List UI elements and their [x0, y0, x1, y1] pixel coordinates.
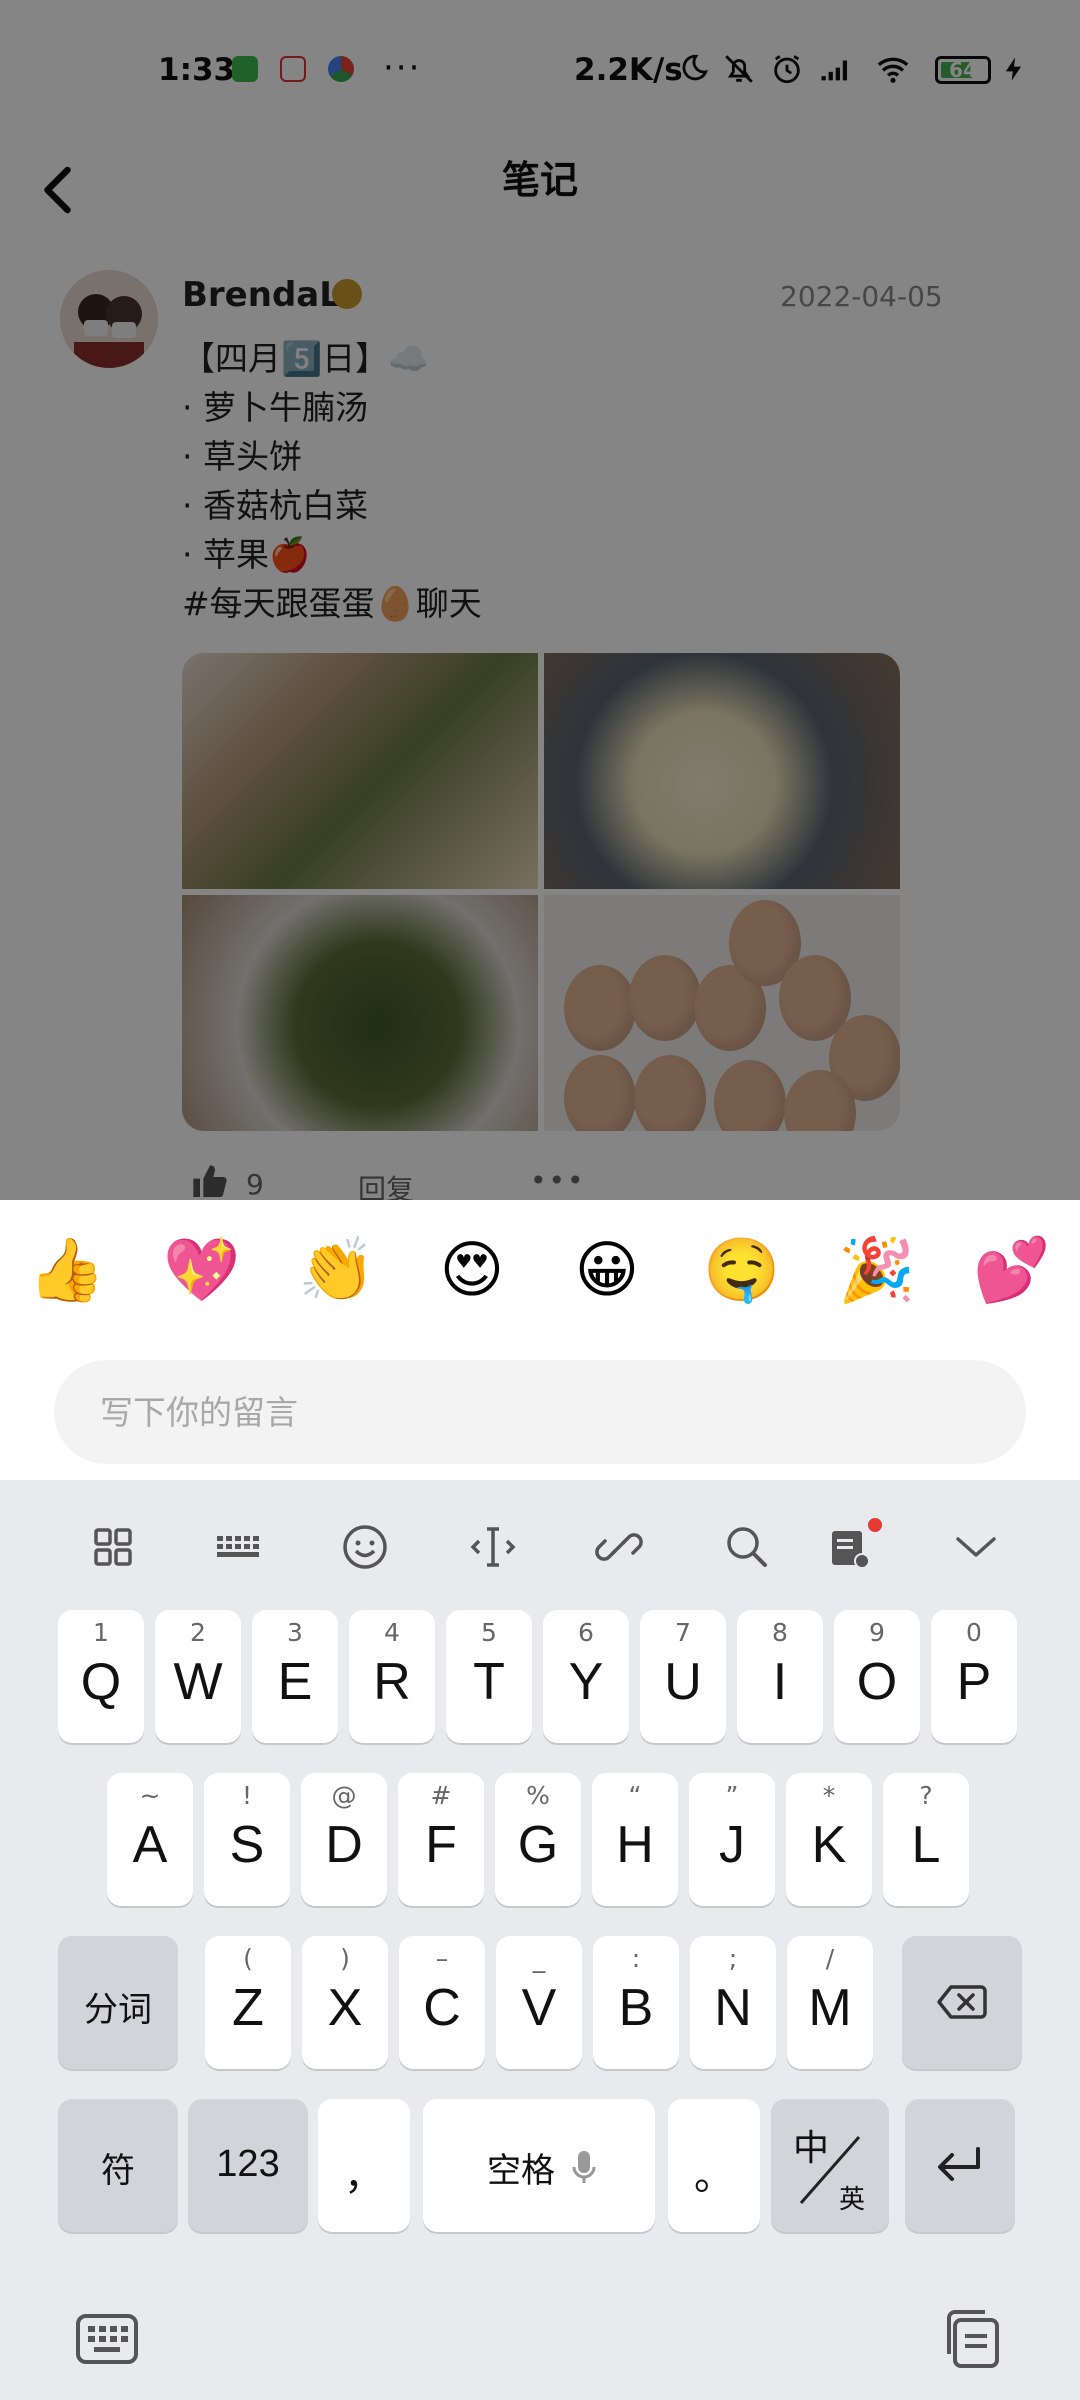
photo-grid: [182, 653, 900, 1131]
key-b[interactable]: :B: [593, 1936, 679, 2069]
enter-key[interactable]: [905, 2099, 1015, 2232]
emoji-two-hearts[interactable]: 💕: [972, 1230, 1052, 1310]
key-l[interactable]: ? L: [883, 1773, 969, 1906]
post-line: · 香菇杭白菜: [182, 486, 368, 525]
like-count: 9: [246, 1168, 264, 1200]
emoji-sparkling-heart[interactable]: 💖: [162, 1230, 242, 1310]
avatar[interactable]: [60, 270, 158, 368]
more-notifications-icon: ···: [383, 48, 422, 88]
numbers-key[interactable]: 123: [188, 2099, 308, 2232]
key-e[interactable]: 3E: [252, 1610, 338, 1743]
battery-icon: 64: [935, 56, 991, 84]
comma-key[interactable]: ，: [318, 2099, 410, 2232]
key-p[interactable]: 0P: [931, 1610, 1017, 1743]
key-m[interactable]: / M: [787, 1936, 873, 2069]
post-line: · 萝卜牛腩汤: [182, 388, 368, 427]
moon-icon: [682, 54, 709, 81]
charging-icon: [1005, 57, 1021, 81]
key-v[interactable]: _ V: [496, 1936, 582, 2069]
post-line: · 草头饼: [182, 437, 302, 476]
emoji-drooling[interactable]: 🤤: [702, 1230, 782, 1310]
photo-eggs[interactable]: [544, 895, 900, 1131]
key-o[interactable]: 9O: [834, 1610, 920, 1743]
emoji-party-popper[interactable]: 🎉: [837, 1230, 917, 1310]
recipe-app-icon: [280, 56, 306, 82]
note-icon[interactable]: [822, 1517, 882, 1577]
network-speed: 2.2K/s: [574, 52, 683, 88]
photo-radish-soup[interactable]: [544, 653, 900, 889]
reply-button[interactable]: 回复: [358, 1168, 414, 1200]
search-icon[interactable]: [717, 1517, 777, 1577]
key-i[interactable]: 8I: [737, 1610, 823, 1743]
key-r[interactable]: 4R: [349, 1610, 435, 1743]
key-n[interactable]: ; N: [690, 1936, 776, 2069]
browser-app-icon: [328, 56, 354, 82]
comment-sheet: 👍 💖 👏 😍 😀 🤤 🎉 💕: [0, 1200, 1080, 1480]
status-bar: 1:33 ··· 2.2K/s 64: [0, 0, 1080, 140]
collapse-icon[interactable]: [946, 1517, 1006, 1577]
status-time: 1:33: [158, 52, 236, 88]
microphone-icon: [572, 2151, 596, 2183]
grid-icon[interactable]: [83, 1517, 143, 1577]
more-options-icon[interactable]: •••: [530, 1164, 586, 1197]
key-a[interactable]: ~ A: [107, 1773, 193, 1906]
segment-key[interactable]: 分词: [58, 1936, 178, 2069]
wechat-app-icon: [232, 56, 258, 82]
period-key[interactable]: 。: [668, 2099, 760, 2232]
key-u[interactable]: 7U: [640, 1610, 726, 1743]
enter-icon: [938, 2147, 980, 2181]
space-key[interactable]: 空格: [423, 2099, 655, 2232]
post-line: · 苹果🍎: [182, 535, 311, 574]
key-s[interactable]: ! S: [204, 1773, 290, 1906]
comment-input[interactable]: [54, 1360, 1026, 1464]
key-t[interactable]: 5T: [446, 1610, 532, 1743]
key-d[interactable]: @ D: [301, 1773, 387, 1906]
post-date: 2022-04-05: [780, 280, 943, 313]
backspace-key[interactable]: [902, 1936, 1022, 2069]
key-y[interactable]: 6Y: [543, 1610, 629, 1743]
key-g[interactable]: % G: [495, 1773, 581, 1906]
key-x[interactable]: ) X: [302, 1936, 388, 2069]
emoji-thumbs-up[interactable]: 👍: [27, 1230, 107, 1310]
mute-bell-icon: [725, 55, 753, 83]
note-detail-screen: 1:33 ··· 2.2K/s 64 笔记 BrendaL 2022-04-05…: [0, 0, 1080, 1200]
clipboard-link-icon[interactable]: [589, 1517, 649, 1577]
thumbs-up-icon[interactable]: [190, 1162, 230, 1200]
clipboard-icon[interactable]: [939, 2306, 1005, 2372]
key-z[interactable]: (Z: [205, 1936, 291, 2069]
backspace-icon: [937, 1985, 987, 2019]
battery-level: 64: [949, 58, 977, 82]
emoji-clapping[interactable]: 👏: [297, 1230, 377, 1310]
emoji-icon[interactable]: [335, 1517, 395, 1577]
language-switch-key[interactable]: 中 英: [771, 2099, 889, 2232]
keyboard-switch-icon[interactable]: [74, 2306, 140, 2372]
emoji-heart-eyes[interactable]: 😍: [432, 1230, 512, 1310]
author-name[interactable]: BrendaL: [182, 275, 341, 315]
key-w[interactable]: 2W: [155, 1610, 241, 1743]
emoji-grinning[interactable]: 😀: [567, 1230, 647, 1310]
ime-keyboard: 1Q 2W 3E 4R 5T 6Y 7U 8I 9O 0P ~ A ! S @ D #…: [0, 1480, 1080, 2400]
photo-pancake[interactable]: [182, 895, 538, 1131]
symbol-key[interactable]: 符: [58, 2099, 178, 2232]
post-line: 【四月5️⃣日】☁️: [182, 339, 430, 378]
photo-meal-overview[interactable]: [182, 653, 538, 889]
app-header: 笔记: [0, 140, 1080, 250]
post-actions: 9 回复 •••: [190, 1160, 890, 1200]
alarm-icon: [774, 55, 800, 84]
avatar-photo: [60, 270, 158, 368]
key-h[interactable]: “H: [592, 1773, 678, 1906]
key-j[interactable]: ” J: [689, 1773, 775, 1906]
key-c[interactable]: – C: [399, 1936, 485, 2069]
post-hashtag[interactable]: #每天跟蛋蛋🥚聊天: [182, 577, 482, 625]
page-title: 笔记: [501, 158, 578, 202]
key-k[interactable]: * K: [786, 1773, 872, 1906]
keyboard-layout-icon[interactable]: [209, 1517, 269, 1577]
wifi-icon: [877, 57, 909, 83]
verified-badge-icon: [332, 279, 362, 309]
lang-english-label: 英: [839, 2185, 866, 2215]
cursor-icon[interactable]: [463, 1517, 523, 1577]
key-f[interactable]: # F: [398, 1773, 484, 1906]
key-q[interactable]: 1Q: [58, 1610, 144, 1743]
signal-icon: [821, 60, 848, 81]
